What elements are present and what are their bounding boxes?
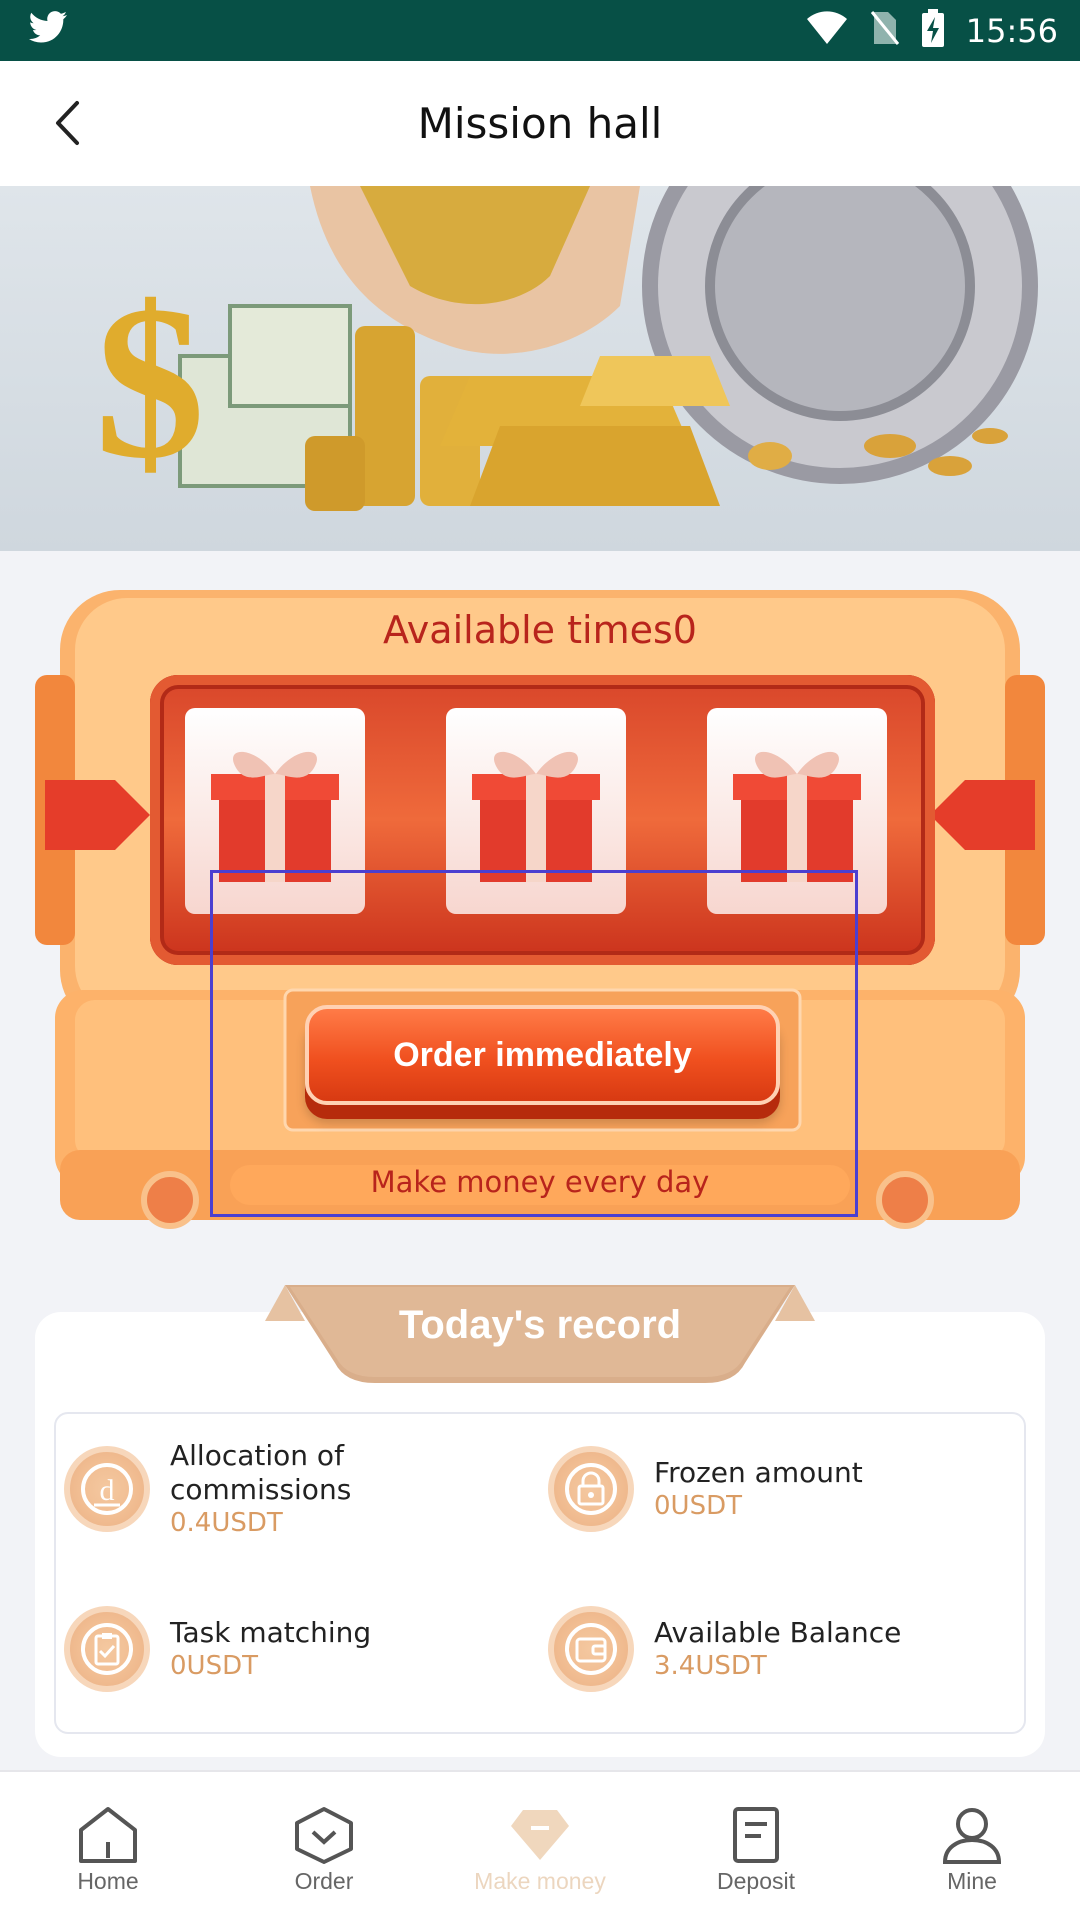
nav-label: Order — [294, 1868, 354, 1894]
document-icon — [733, 1807, 779, 1863]
nav-home[interactable]: Home — [0, 1772, 216, 1920]
twitter-icon — [28, 11, 68, 50]
nav-label: Make money — [474, 1868, 606, 1894]
todays-record-title: Today's record — [398, 1303, 682, 1347]
nav-order[interactable]: Order — [216, 1772, 432, 1920]
stat-value: 3.4USDT — [654, 1651, 767, 1681]
nav-make-money[interactable]: Make money — [432, 1772, 648, 1920]
svg-text:$: $ — [95, 260, 205, 504]
stat-frozen-amount: Frozen amount 0USDT — [548, 1444, 1008, 1534]
order-icon — [295, 1807, 353, 1864]
nav-deposit[interactable]: Deposit — [648, 1772, 864, 1920]
app-header: Mission hall — [0, 61, 1080, 186]
nav-label: Deposit — [717, 1868, 795, 1894]
coin-d-icon: d — [64, 1446, 150, 1532]
gift-icon — [472, 751, 600, 882]
nav-label: Mine — [947, 1868, 997, 1894]
bottom-nav: Home Order Make money Deposit Mine — [0, 1770, 1080, 1920]
battery-charging-icon — [921, 9, 944, 52]
nav-label: Home — [77, 1868, 139, 1894]
wifi-icon — [806, 11, 848, 50]
home-icon — [79, 1807, 137, 1863]
user-icon — [942, 1808, 1002, 1864]
selection-highlight — [210, 870, 858, 1217]
stat-value: 0USDT — [170, 1651, 258, 1681]
stat-label: Frozen amount — [654, 1456, 863, 1489]
promo-banner: $ — [0, 186, 1080, 551]
reel-2 — [411, 590, 661, 914]
clipboard-check-icon — [64, 1606, 150, 1692]
lock-icon — [548, 1446, 634, 1532]
nav-mine[interactable]: Mine — [864, 1772, 1080, 1920]
reel-1 — [150, 590, 400, 914]
stat-value: 0USDT — [654, 1491, 742, 1521]
stat-task-matching: Task matching 0USDT — [64, 1604, 524, 1694]
clock: 15:56 — [965, 11, 1058, 50]
stat-label: Allocation of commissions — [170, 1439, 352, 1506]
svg-text:d: d — [100, 1474, 115, 1507]
gift-icon — [211, 751, 339, 882]
page-title: Mission hall — [417, 99, 663, 148]
gift-icon — [733, 751, 861, 882]
no-sim-icon — [870, 10, 900, 51]
stat-label: Available Balance — [654, 1616, 902, 1649]
record-stats-panel: d Allocation of commissions 0.4USDT Froz… — [54, 1412, 1026, 1734]
status-bar: 15:56 — [0, 0, 1080, 61]
wallet-icon — [548, 1606, 634, 1692]
stat-commissions: d Allocation of commissions 0.4USDT — [64, 1439, 524, 1538]
back-button[interactable] — [44, 99, 92, 147]
stat-label: Task matching — [170, 1616, 372, 1649]
chevron-left-icon — [56, 101, 79, 145]
diamond-icon — [511, 1810, 569, 1860]
stat-available-balance: Available Balance 3.4USDT — [548, 1604, 1008, 1694]
reel-3 — [672, 590, 922, 914]
stat-value: 0.4USDT — [170, 1508, 283, 1538]
